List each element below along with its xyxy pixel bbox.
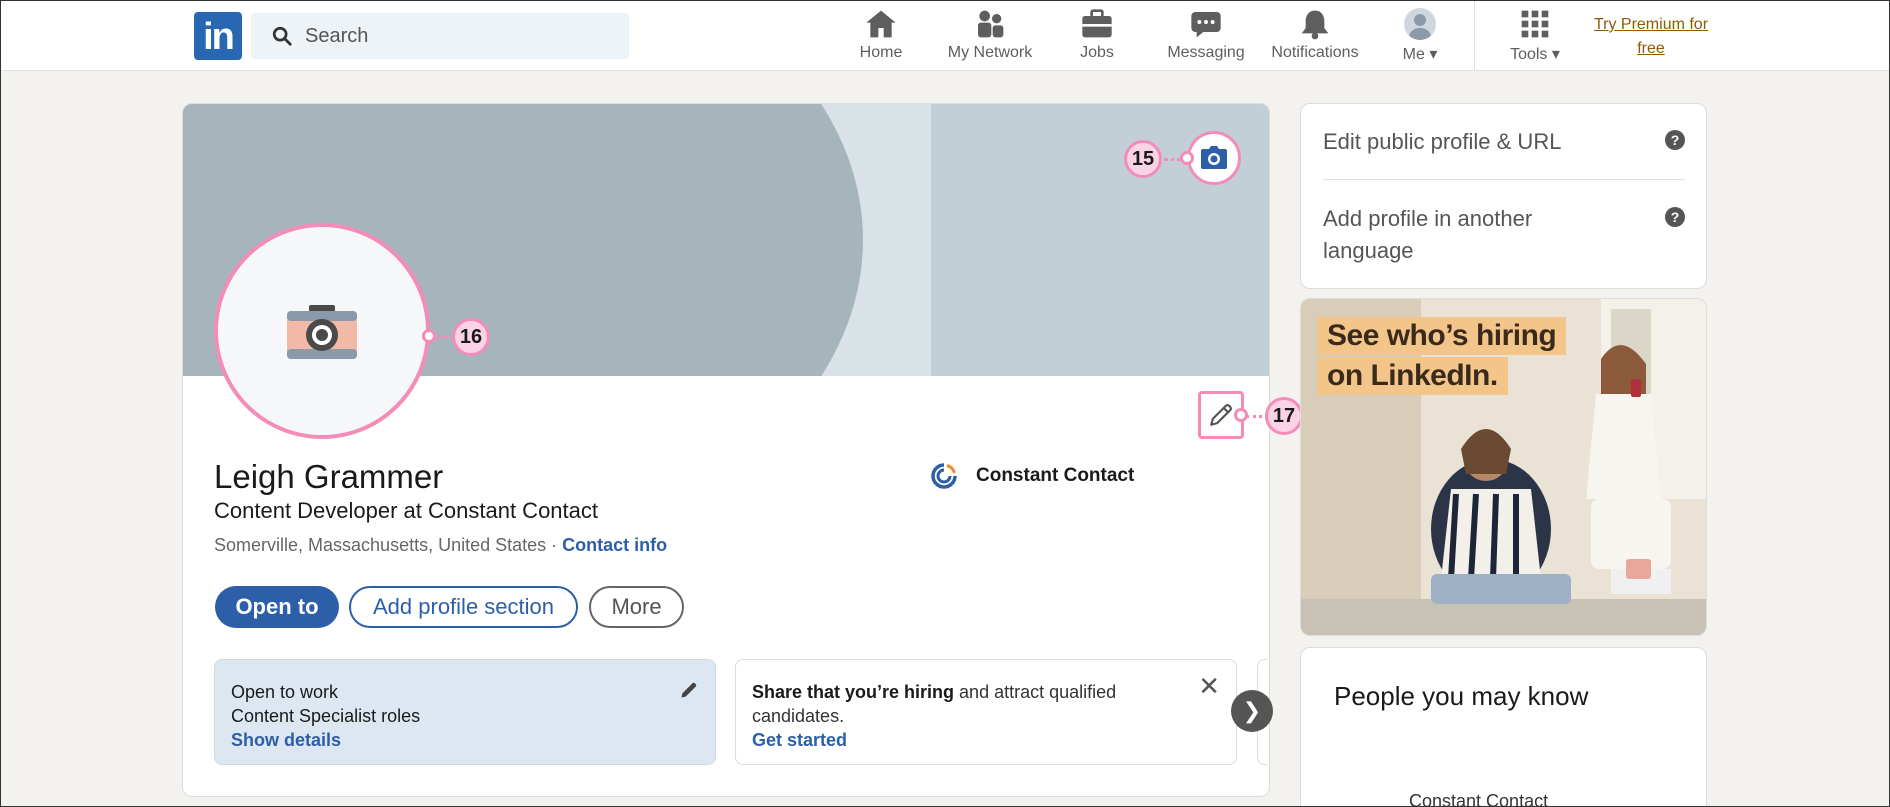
contact-info-link[interactable]: Contact info bbox=[562, 535, 667, 555]
hiring-line-2: candidates. bbox=[752, 706, 845, 726]
premium-line-2: free bbox=[1637, 40, 1665, 57]
open-to-work-roles: Content Specialist roles bbox=[231, 706, 421, 726]
briefcase-icon bbox=[1082, 9, 1112, 38]
nav-notifications[interactable]: Notifications bbox=[1268, 8, 1362, 64]
hiring-bold: Share that you’re hiring bbox=[752, 682, 955, 702]
camera-icon bbox=[1201, 146, 1227, 169]
tools-text: Tools bbox=[1510, 46, 1548, 63]
bell-icon bbox=[1301, 10, 1329, 40]
company-name: Constant Contact bbox=[976, 465, 1135, 486]
separator-dot: · bbox=[551, 535, 558, 555]
profile-name: Leigh Grammer bbox=[214, 458, 444, 495]
annotation-dot bbox=[1180, 151, 1194, 165]
camera-icon bbox=[287, 305, 357, 359]
nav-jobs-label: Jobs bbox=[1080, 44, 1114, 61]
add-profile-section-button[interactable]: Add profile section bbox=[349, 586, 578, 628]
profile-location: Somerville, Massachusetts, United States bbox=[214, 535, 547, 555]
premium-line-1: Try Premium for bbox=[1593, 16, 1709, 33]
profile-location-row: Somerville, Massachusetts, United States… bbox=[214, 535, 667, 556]
add-profile-language-link[interactable]: Add profile in another language ? bbox=[1323, 203, 1685, 267]
hiring-ad-banner[interactable]: See who’s hiring on LinkedIn. bbox=[1300, 298, 1707, 636]
nav-notifications-label: Notifications bbox=[1271, 44, 1359, 61]
annotation-badge-16: 16 bbox=[452, 318, 490, 356]
open-to-button[interactable]: Open to bbox=[215, 586, 339, 628]
linkedin-logo[interactable]: in bbox=[194, 12, 242, 60]
try-premium-link[interactable]: Try Premium for free bbox=[1584, 13, 1718, 61]
show-details-link[interactable]: Show details bbox=[231, 728, 699, 752]
me-text: Me bbox=[1402, 46, 1425, 63]
share-hiring-card: Share that you’re hiring and attract qua… bbox=[735, 659, 1237, 765]
get-started-link[interactable]: Get started bbox=[752, 728, 1220, 752]
caret-down-icon: ▾ bbox=[1551, 46, 1560, 63]
network-icon bbox=[978, 10, 1004, 38]
help-icon[interactable]: ? bbox=[1665, 207, 1685, 227]
people-you-may-know-card: People you may know Constant Contact bbox=[1300, 647, 1707, 807]
nav-messaging-label: Messaging bbox=[1167, 44, 1245, 61]
edit-public-profile-label: Edit public profile & URL bbox=[1323, 129, 1562, 154]
help-icon[interactable]: ? bbox=[1665, 130, 1685, 150]
pencil-icon[interactable] bbox=[679, 680, 699, 700]
people-you-may-know-title: People you may know bbox=[1334, 681, 1589, 711]
nav-me[interactable]: Me ▾ bbox=[1396, 8, 1444, 64]
nav-jobs[interactable]: Jobs bbox=[1079, 8, 1115, 64]
home-icon bbox=[866, 10, 896, 38]
nav-tools[interactable]: Tools ▾ bbox=[1506, 8, 1564, 64]
more-button[interactable]: More bbox=[589, 586, 684, 628]
carousel-next-button[interactable]: ❯ bbox=[1231, 690, 1273, 732]
ad-headline-2: on LinkedIn. bbox=[1317, 357, 1508, 395]
nav-home[interactable]: Home bbox=[855, 8, 907, 64]
divider bbox=[1323, 179, 1685, 180]
search-placeholder: Search bbox=[305, 24, 369, 47]
profile-photo-placeholder[interactable] bbox=[214, 223, 430, 439]
grid-icon bbox=[1521, 10, 1549, 38]
open-to-work-title: Open to work bbox=[231, 682, 339, 702]
ad-headline-1: See who’s hiring bbox=[1317, 317, 1567, 355]
edit-public-profile-link[interactable]: Edit public profile & URL ? bbox=[1323, 126, 1685, 158]
add-language-line-1: Add profile in another bbox=[1323, 206, 1533, 231]
nav-home-label: Home bbox=[859, 44, 903, 61]
avatar bbox=[1404, 8, 1436, 40]
nav-me-label: Me ▾ bbox=[1403, 44, 1438, 64]
search-input[interactable]: Search bbox=[251, 13, 629, 59]
hiring-text: Share that you’re hiring and attract qua… bbox=[752, 680, 1220, 704]
nav-messaging[interactable]: Messaging bbox=[1166, 8, 1246, 64]
nav-tools-label: Tools ▾ bbox=[1510, 44, 1560, 64]
annotation-connector bbox=[434, 336, 454, 339]
hiring-rest: and attract qualified bbox=[954, 682, 1117, 702]
current-company[interactable]: Constant Contact bbox=[930, 462, 1134, 490]
top-nav: in Search Home My Network Jobs Messaging… bbox=[0, 0, 1890, 71]
chat-icon bbox=[1191, 12, 1221, 38]
nav-my-network-label: My Network bbox=[947, 44, 1033, 61]
nav-divider bbox=[1474, 0, 1475, 71]
edit-cover-camera-button[interactable] bbox=[1187, 131, 1241, 185]
add-language-line-2: language bbox=[1323, 238, 1414, 263]
constant-contact-logo-icon bbox=[931, 463, 957, 489]
caret-down-icon: ▾ bbox=[1429, 46, 1438, 63]
annotation-badge-17: 17 bbox=[1265, 397, 1303, 435]
profile-settings-card: Edit public profile & URL ? Add profile … bbox=[1300, 103, 1707, 289]
nav-my-network[interactable]: My Network bbox=[944, 8, 1036, 64]
close-icon[interactable]: ✕ bbox=[1198, 673, 1220, 699]
annotation-badge-15: 15 bbox=[1124, 140, 1162, 178]
search-icon bbox=[272, 26, 292, 46]
pencil-icon bbox=[1210, 403, 1233, 426]
open-to-work-card: Open to work Content Specialist roles Sh… bbox=[214, 659, 716, 765]
profile-headline: Content Developer at Constant Contact bbox=[214, 498, 599, 523]
suggestion-company-partial: Constant Contact bbox=[1409, 791, 1549, 807]
